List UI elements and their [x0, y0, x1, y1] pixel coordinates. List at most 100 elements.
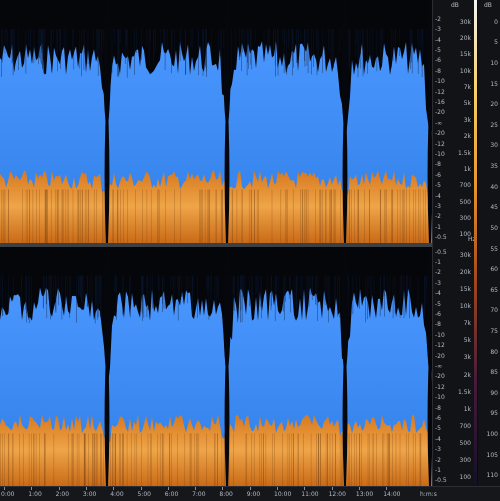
time-tick-mark: [195, 487, 197, 490]
spectrogram-channel-top[interactable]: [0, 0, 432, 243]
db-legend-label: 70: [490, 307, 498, 315]
db-legend-label: 30: [490, 142, 498, 150]
db-legend-label: 90: [490, 389, 498, 397]
amplitude-tick-label: -2: [435, 269, 441, 277]
amplitude-tick-label: -6: [435, 171, 441, 179]
amplitude-tick-label: -10: [435, 331, 445, 339]
amplitude-tick-label: -20: [435, 352, 445, 360]
amplitude-scale[interactable]: -2 -3 -4 -5 -6 -8 -10 -12 -16 -20 -∞ -20 -12 -10 -8 -6 -…: [432, 0, 450, 500]
time-tick-mark: [277, 487, 278, 490]
time-tick-mark: [31, 487, 33, 490]
amplitude-tick-label: -8: [435, 404, 441, 412]
frequency-scale-unit: dB: [451, 2, 459, 9]
spectrogram-bottom-canvas[interactable]: [0, 247, 432, 486]
frequency-tick-label: 20k: [459, 269, 471, 277]
frequency-tick-label: 30k: [459, 252, 471, 260]
amplitude-tick-label: -3: [435, 26, 441, 34]
time-tick-mark: [113, 487, 115, 490]
amplitude-tick-label: -12: [435, 88, 445, 96]
time-tick-mark: [58, 487, 60, 490]
frequency-tick-label: 5k: [463, 100, 471, 108]
frequency-tick-label: 700: [459, 182, 471, 190]
time-tick-label: 9:00: [246, 491, 261, 498]
frequency-tick-label: 7k: [463, 320, 471, 328]
amplitude-tick-label: -16: [435, 98, 445, 106]
amplitude-tick-label: -5: [435, 182, 441, 190]
amplitude-tick-label: -∞: [435, 363, 443, 370]
amplitude-tick-label: -12: [435, 140, 445, 148]
spectrogram-top-canvas[interactable]: [0, 0, 432, 243]
db-legend-label: 15: [490, 80, 498, 88]
amplitude-tick-label: -6: [435, 311, 441, 319]
frequency-tick-label: 3k: [463, 354, 471, 362]
time-tick-label: 13:00: [355, 491, 374, 498]
db-legend-label: 60: [490, 266, 498, 274]
frequency-tick-label: 2k: [463, 371, 471, 379]
amplitude-tick-label: -4: [435, 192, 441, 200]
db-legend-label: 5: [494, 39, 498, 47]
amplitude-tick-label: -6: [435, 57, 441, 65]
time-tick-label: 6:00: [164, 491, 179, 498]
time-tick-mark: [4, 487, 5, 490]
time-tick-label: 5:00: [137, 491, 151, 498]
amplitude-tick-label: -4: [435, 36, 441, 44]
time-ruler[interactable]: h:m:s 0:00 1:00 2:00 3:00 4:00 5:00 6:00 7:00 8:…: [0, 486, 500, 501]
db-legend-label: 10: [490, 60, 498, 68]
time-tick-label: 7:00: [192, 491, 206, 498]
amplitude-tick-label: -5: [435, 46, 441, 54]
db-legend-label: 110: [486, 472, 498, 480]
amplitude-tick-label: -1: [435, 466, 441, 474]
frequency-tick-label: 1.5k: [457, 149, 471, 157]
db-legend-label: 0: [494, 18, 498, 26]
time-tick-mark: [249, 487, 251, 490]
amplitude-tick-label: -8: [435, 161, 441, 169]
db-legend-label: 20: [490, 101, 498, 109]
db-legend-label: 45: [490, 204, 498, 212]
time-tick-mark: [222, 487, 224, 490]
time-tick-mark: [331, 487, 333, 490]
amplitude-tick-label: -10: [435, 394, 445, 402]
frequency-tick-label: 2k: [463, 133, 471, 141]
frequency-tick-label: 5k: [463, 337, 471, 345]
frequency-tick-label: 1.5k: [457, 388, 471, 396]
amplitude-tick-label: -3: [435, 279, 441, 287]
time-tick-label: 1:00: [28, 491, 42, 498]
db-legend-label: 40: [490, 183, 498, 191]
amplitude-tick-label: -12: [435, 383, 445, 391]
db-legend-label: 25: [490, 121, 498, 129]
time-tick-mark: [85, 487, 87, 490]
time-tick-label: 8:00: [219, 491, 233, 498]
amplitude-tick-label: -2: [435, 15, 441, 23]
spectrogram-channel-bottom[interactable]: [0, 247, 432, 486]
frequency-tick-label: 10k: [459, 303, 471, 311]
frequency-tick-label: 30k: [459, 18, 471, 26]
db-legend-label: 85: [490, 369, 498, 377]
frequency-tick-label: 100: [459, 473, 471, 481]
frequency-tick-label: 15k: [459, 286, 471, 294]
db-legend-label: 95: [490, 410, 498, 418]
time-tick-mark: [304, 487, 306, 490]
frequency-tick-label: 1k: [463, 165, 471, 173]
frequency-tick-label: 700: [459, 422, 471, 430]
frequency-tick-label: 15k: [459, 51, 471, 59]
time-tick-label: 4:00: [110, 491, 124, 498]
time-tick-label: 0:00: [1, 491, 15, 498]
amplitude-tick-label: -10: [435, 78, 445, 86]
time-unit-label: h:m:s: [420, 491, 437, 498]
time-tick-mark: [167, 487, 169, 490]
frequency-scale[interactable]: dB Hz 30k 20k 15k 10k 7k 5k 3k 2k 1.5k 1k 700 500 30…: [449, 0, 476, 500]
amplitude-tick-label: -5: [435, 425, 441, 433]
amplitude-tick-label: -2: [435, 456, 441, 464]
amplitude-tick-label: -10: [435, 151, 445, 159]
amplitude-tick-label: -8: [435, 321, 441, 329]
amplitude-tick-label: -2: [435, 213, 441, 221]
color-legend-bar: [474, 0, 477, 486]
amplitude-tick-label: -4: [435, 290, 441, 298]
amplitude-tick-label: -20: [435, 130, 445, 138]
db-legend-label: 55: [490, 245, 498, 253]
frequency-tick-label: 500: [459, 439, 471, 447]
db-legend-label: 100: [486, 430, 498, 438]
db-legend-label: 65: [490, 286, 498, 294]
frequency-tick-label: 300: [459, 214, 471, 222]
frequency-tick-label: 10k: [459, 67, 471, 75]
